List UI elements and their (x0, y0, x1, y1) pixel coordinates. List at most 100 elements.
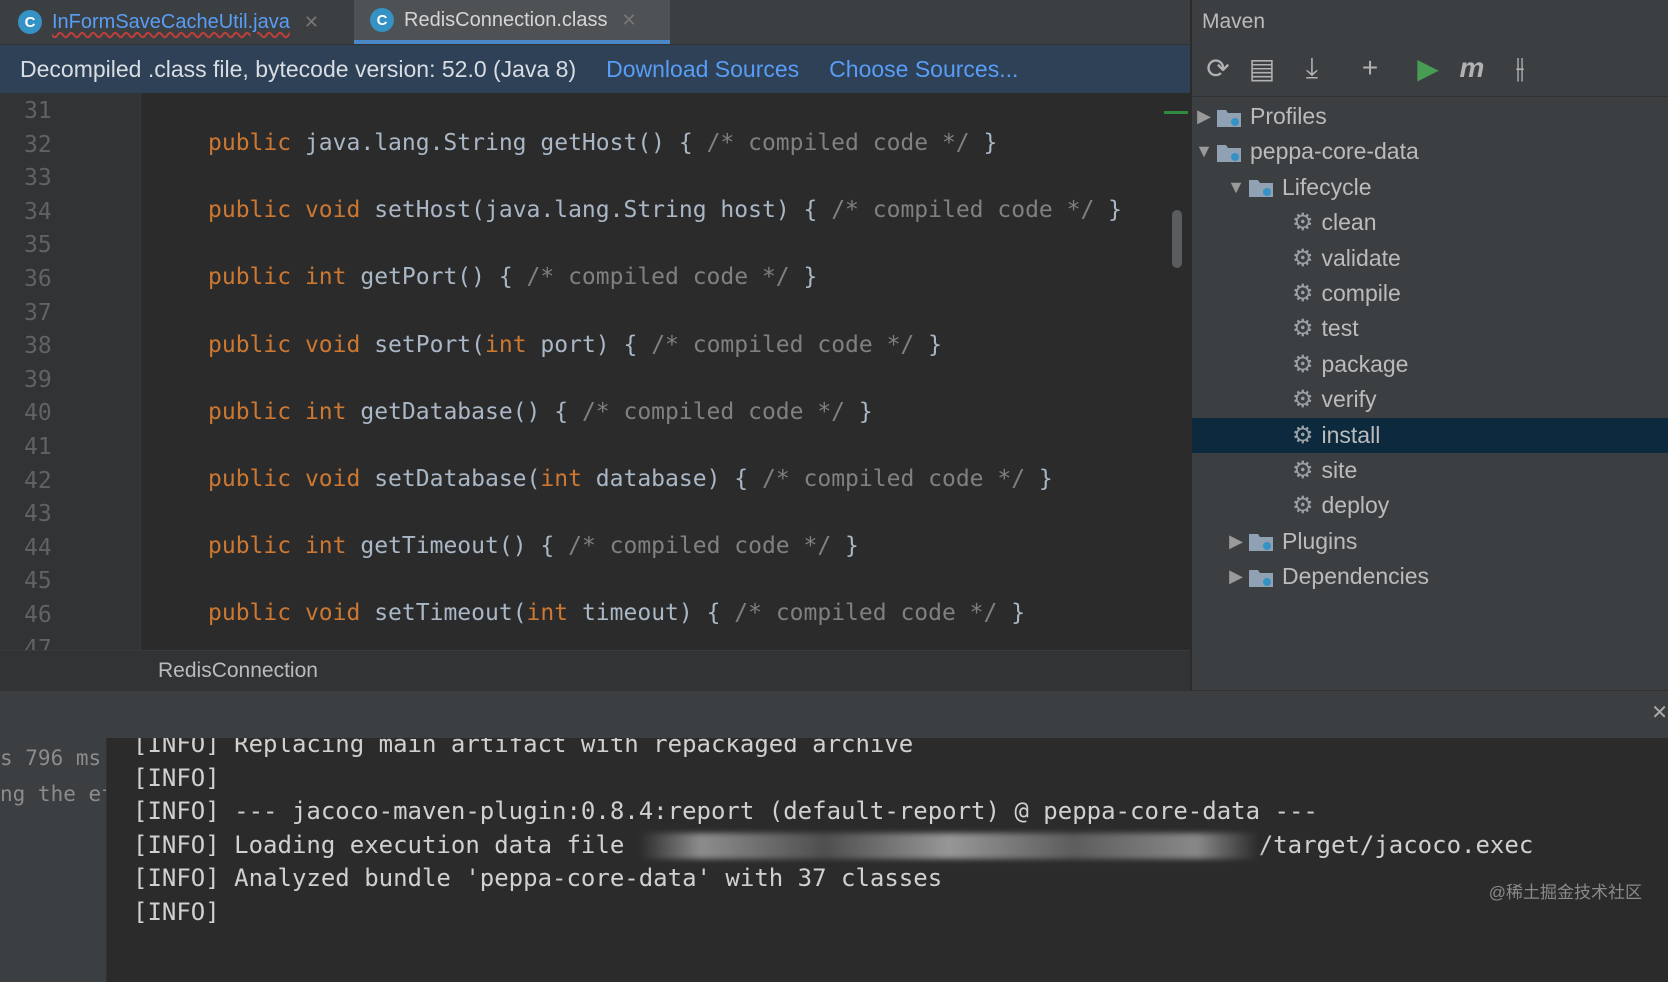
toggle-offline-icon[interactable]: ⫲ (1502, 52, 1538, 85)
gear-icon: ⚙ (1292, 315, 1314, 343)
param-name: port (540, 331, 596, 358)
maven-m-icon[interactable]: m (1454, 52, 1490, 84)
tree-goal-install-label: install (1321, 421, 1381, 448)
download-icon[interactable]: ⤓ (1294, 52, 1330, 85)
return-type-keyword: int (304, 398, 347, 425)
run-duration-fragment: s 796 ms (0, 746, 102, 770)
tree-profiles[interactable]: ▶ Profiles (1192, 99, 1668, 134)
maven-project-icon (1216, 141, 1242, 163)
tab-label: RedisConnection.class (404, 8, 608, 31)
download-sources-link[interactable]: Download Sources (606, 56, 799, 83)
tree-goal-install[interactable]: ⚙ install (1192, 417, 1668, 453)
expand-arrow-icon[interactable]: ▼ (1224, 177, 1248, 198)
path-suffix: /target/jacoco.exec (1258, 830, 1534, 859)
compiled-code-comment: /* compiled code */ (568, 533, 832, 560)
line-number: 37 (24, 299, 52, 326)
tree-project[interactable]: ▼ peppa-core-data (1192, 134, 1668, 169)
console-line: [INFO] Replacing main artifact with repa… (133, 738, 913, 758)
add-folder-icon[interactable]: ▤ (1244, 52, 1280, 85)
expand-arrow-icon[interactable]: ▶ (1192, 106, 1216, 127)
line-number: 33 (24, 165, 52, 192)
tree-goal-compile[interactable]: ⚙ compile (1192, 276, 1668, 311)
console-line: [INFO] (133, 898, 220, 926)
tree-goal-test[interactable]: ⚙ test (1192, 311, 1668, 346)
maven-tool-window: Maven ⟳ ▤ ⤓ + ▶ m ⫲ ▶ Profiles ▼ peppa-core-data ▼… (1191, 0, 1668, 690)
tree-goal-validate-label: validate (1321, 244, 1401, 271)
gear-icon: ⚙ (1292, 280, 1314, 307)
breadcrumb-class[interactable]: RedisConnection (158, 659, 318, 683)
console-line: [INFO] Loading execution data file /targ… (133, 831, 1533, 859)
close-icon[interactable]: ✕ (304, 12, 319, 33)
tree-lifecycle[interactable]: ▼ Lifecycle (1192, 170, 1668, 205)
editor-scrollbar[interactable] (1172, 210, 1182, 268)
reload-icon[interactable]: ⟳ (1200, 52, 1236, 85)
tree-dependencies[interactable]: ▶ Dependencies (1192, 559, 1668, 594)
editor-tab-bar: C InFormSaveCacheUtil.java ✕ C RedisConn… (0, 0, 1190, 45)
gear-icon: ⚙ (1292, 492, 1314, 520)
method-name: setTimeout (374, 600, 513, 627)
compiled-code-comment: /* compiled code */ (651, 331, 915, 358)
expand-arrow-icon[interactable]: ▼ (1192, 141, 1216, 162)
method-name: setHost (374, 197, 472, 224)
expand-arrow-icon[interactable]: ▶ (1224, 566, 1248, 587)
line-number: 42 (24, 467, 52, 494)
line-number: 40 (24, 400, 52, 427)
compiled-code-comment: /* compiled code */ (734, 600, 998, 627)
run-panel-header (0, 690, 1668, 739)
method-name: getTimeout (360, 533, 499, 560)
line-number: 46 (24, 602, 52, 628)
choose-sources-link[interactable]: Choose Sources... (829, 56, 1018, 83)
param-name: host (720, 197, 776, 224)
close-icon[interactable]: ✕ (621, 10, 636, 31)
tab-label: InFormSaveCacheUtil.java (52, 10, 290, 33)
console-line: [INFO] Analyzed bundle 'peppa-core-data'… (133, 864, 942, 892)
tree-goal-clean-label: clean (1321, 209, 1377, 236)
console-text: [INFO] --- jacoco-maven-plugin:0.8.4:rep… (133, 797, 1318, 826)
modifier-keyword: public (208, 130, 292, 156)
line-number: 35 (24, 232, 52, 259)
close-icon[interactable]: ✕ (1651, 700, 1668, 725)
line-number: 45 (24, 568, 52, 595)
code-line: public int getTimeout() { /* compiled co… (208, 533, 859, 560)
tree-goal-validate[interactable]: ⚙ validate (1192, 241, 1668, 276)
tab-informsavecacheutil[interactable]: C InFormSaveCacheUtil.java ✕ (18, 0, 319, 44)
tree-goal-clean[interactable]: ⚙ clean (1192, 205, 1668, 240)
run-icon[interactable]: ▶ (1410, 52, 1446, 85)
tree-plugins[interactable]: ▶ Plugins (1192, 524, 1668, 559)
tree-goal-deploy[interactable]: ⚙ deploy (1192, 488, 1668, 523)
gear-icon: ⚙ (1292, 244, 1314, 272)
dependencies-folder-icon (1248, 566, 1274, 588)
tree-plugins-label: Plugins (1282, 527, 1358, 554)
console-text: [INFO] (133, 898, 220, 926)
gear-icon: ⚙ (1292, 421, 1314, 449)
console-line: [INFO] --- jacoco-maven-plugin:0.8.4:rep… (133, 797, 1318, 825)
line-number: 32 (24, 131, 52, 158)
code-editor[interactable]: public java.lang.String getHost() { /* c… (141, 93, 1190, 650)
param-type: java.lang.String (485, 197, 707, 224)
line-number: 43 (24, 501, 52, 528)
lifecycle-folder-icon (1248, 176, 1274, 198)
modifier-keyword: public (208, 466, 292, 492)
line-number: 47 (24, 635, 52, 650)
tree-goal-site[interactable]: ⚙ site (1192, 453, 1668, 488)
param-name: timeout (581, 600, 679, 627)
gear-icon: ⚙ (1292, 350, 1314, 378)
plus-icon[interactable]: + (1352, 52, 1388, 84)
method-name: getDatabase (360, 398, 513, 425)
tree-profiles-label: Profiles (1250, 103, 1327, 129)
maven-title: Maven (1202, 10, 1266, 33)
console-output[interactable]: [INFO] Replacing main artifact with repa… (107, 738, 1668, 982)
modifier-keyword: public (208, 264, 292, 291)
tree-goal-verify[interactable]: ⚙ verify (1192, 382, 1668, 417)
console-text: [INFO] (133, 763, 220, 792)
tree-lifecycle-label: Lifecycle (1282, 173, 1372, 200)
line-number: 41 (24, 434, 52, 460)
breadcrumb: RedisConnection (0, 650, 1190, 691)
method-name: setPort (374, 331, 472, 358)
compiled-code-comment: /* compiled code */ (581, 398, 846, 425)
return-type-keyword: void (304, 600, 361, 627)
tree-goal-package[interactable]: ⚙ package (1192, 347, 1668, 382)
tab-redisconnection[interactable]: C RedisConnection.class ✕ (354, 0, 670, 44)
expand-arrow-icon[interactable]: ▶ (1224, 531, 1248, 552)
console-line: [INFO] (133, 764, 220, 792)
